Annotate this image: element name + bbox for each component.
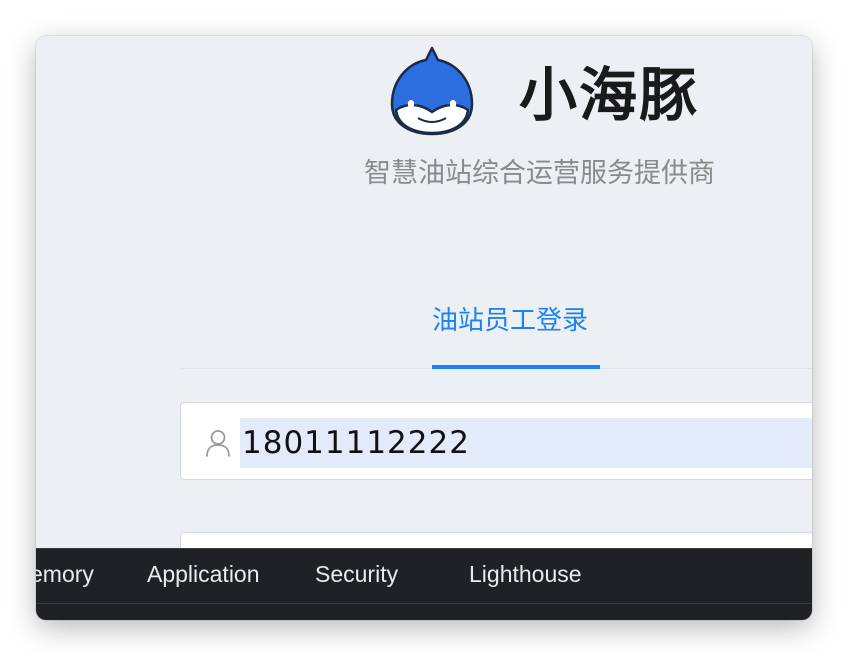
phone-field (180, 402, 812, 480)
login-tab-bar: 油站员工登录 (181, 294, 812, 369)
tab-staff-login[interactable]: 油站员工登录 (432, 308, 588, 334)
dolphin-logo-icon (390, 46, 474, 136)
devtools-divider (36, 603, 812, 604)
active-tab-indicator (432, 365, 600, 369)
devtools-tab-security[interactable]: Security (315, 563, 398, 586)
devtools-tab-application[interactable]: Application (147, 563, 260, 586)
phone-input[interactable] (240, 418, 812, 468)
devtools-tab-lighthouse[interactable]: Lighthouse (469, 563, 582, 586)
devtools-panel: emory Application Security Lighthouse (36, 548, 812, 620)
devtools-tab-memory[interactable]: emory (36, 563, 94, 586)
browser-window: 小海豚 智慧油站综合运营服务提供商 油站员工登录 emory Applicati… (36, 36, 812, 620)
user-icon (206, 430, 230, 457)
brand-name: 小海豚 (519, 61, 700, 129)
brand-slogan: 智慧油站综合运营服务提供商 (364, 158, 715, 189)
